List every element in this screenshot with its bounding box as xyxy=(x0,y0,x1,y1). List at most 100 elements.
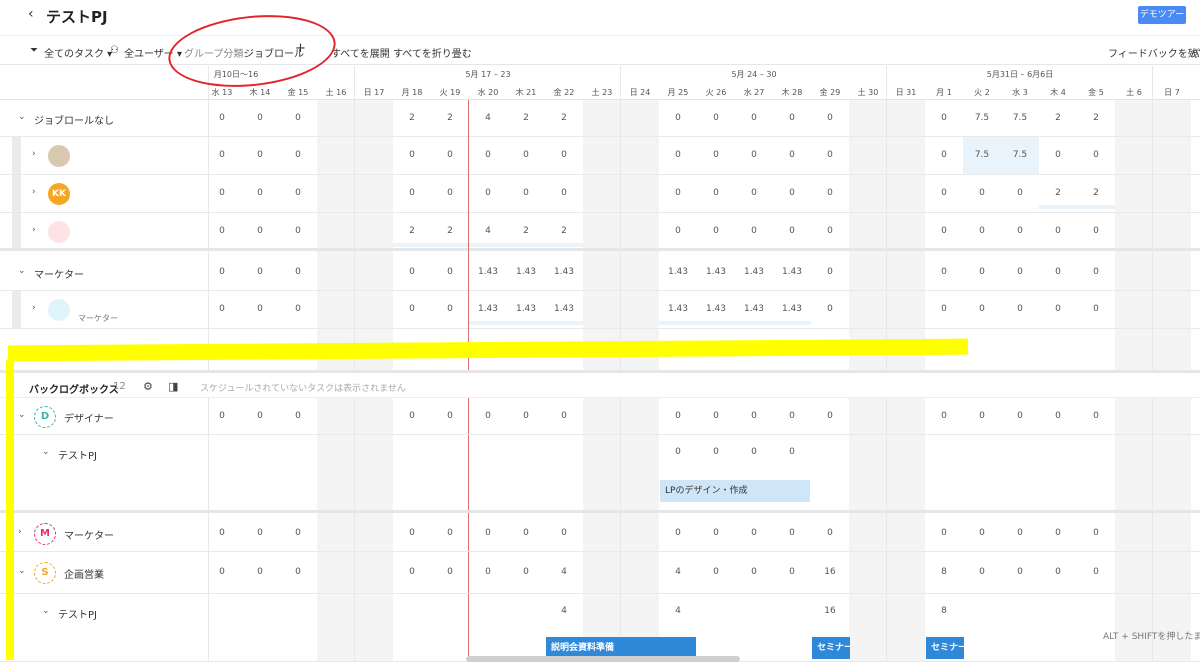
workload-cell: 0 xyxy=(1055,528,1061,538)
user-row: › KK 0 0 0 0 0 0 0 0 0 0 0 0 0 0 0 0 2 2 xyxy=(0,175,1200,213)
workload-cell: 0 xyxy=(713,113,719,123)
yellow-annotation xyxy=(8,338,968,362)
workload-cell: 0 xyxy=(447,528,453,538)
workload-cell: 2 xyxy=(409,113,415,123)
cut-off-button[interactable]: パ xyxy=(1190,45,1200,60)
workload-cell: 0 xyxy=(789,113,795,123)
workload-cell: 0 xyxy=(751,150,757,160)
chevron-down-icon[interactable]: ⌄ xyxy=(42,606,50,616)
workload-cell: 0 xyxy=(447,567,453,577)
workload-cell: 0 xyxy=(751,188,757,198)
role-badge: S xyxy=(34,562,56,584)
workload-cell: 0 xyxy=(523,411,529,421)
workload-cell: 0 xyxy=(789,447,795,457)
workload-cell: 1.43 xyxy=(553,267,575,277)
workload-cell: 0 xyxy=(941,267,947,277)
workload-cell: 0 xyxy=(295,188,301,198)
workload-cell: 0 xyxy=(1017,567,1023,577)
day-header-cell: 水 3 xyxy=(1012,88,1028,97)
filter-icon[interactable]: ⏷ xyxy=(30,45,38,56)
day-header-cell: 水 20 xyxy=(477,88,499,97)
workload-cell: 0 xyxy=(713,226,719,236)
workload-cell: 0 xyxy=(1093,528,1099,538)
workload-cell: 0 xyxy=(789,411,795,421)
role-title: デザイナー xyxy=(64,414,114,425)
feedback-button[interactable]: フィードバックを残す xyxy=(1108,45,1200,60)
user-icon[interactable]: ⚇ xyxy=(110,45,119,56)
chevron-right-icon[interactable]: › xyxy=(32,149,36,159)
workload-cell: 0 xyxy=(1017,528,1023,538)
chevron-down-icon[interactable]: ⌄ xyxy=(18,410,26,420)
workload-cell: 0 xyxy=(675,411,681,421)
demo-tour-button[interactable]: デモツアー xyxy=(1138,6,1186,24)
chevron-right-icon[interactable]: › xyxy=(32,225,36,235)
workload-cell: 0 xyxy=(257,528,263,538)
workload-cell: 0 xyxy=(751,447,757,457)
workload-cell: 1.43 xyxy=(781,267,803,277)
workload-cell: 0 xyxy=(219,150,225,160)
chevron-right-icon[interactable]: › xyxy=(18,527,22,537)
chevron-down-icon[interactable]: ⌄ xyxy=(18,266,26,276)
day-header-cell: 木 21 xyxy=(515,88,537,97)
user-row: › 0 0 0 2 2 4 2 2 0 0 0 0 0 0 0 0 0 0 xyxy=(0,213,1200,251)
workload-cell: 2 xyxy=(409,226,415,236)
group-row: ⌄ ジョブロールなし 0 0 0 2 2 4 2 2 0 0 0 0 0 0 7.5 7.5 2 2 xyxy=(0,100,1200,137)
avatar[interactable] xyxy=(48,145,70,167)
task-bar[interactable]: セミナー xyxy=(812,637,850,659)
group-title: マーケター xyxy=(34,270,84,281)
allocation-bar xyxy=(659,321,811,325)
indent-strip xyxy=(12,137,21,174)
user-row: › 0 0 0 0 0 0 0 0 0 0 0 0 0 0 7.5 7.5 0 0 xyxy=(0,137,1200,175)
workload-cell: 0 xyxy=(485,567,491,577)
workload-cell: 0 xyxy=(485,150,491,160)
page-title: テストPJ xyxy=(46,8,108,26)
workload-cell: 0 xyxy=(751,113,757,123)
workload-cell: 0 xyxy=(409,304,415,314)
workload-cell: 0 xyxy=(447,267,453,277)
collapse-all-button[interactable]: すべてを折り畳む xyxy=(393,45,472,60)
workload-cell: 0 xyxy=(941,411,947,421)
chevron-right-icon[interactable]: › xyxy=(32,303,36,313)
workload-cell: 0 xyxy=(295,411,301,421)
gear-icon[interactable]: ⚙ xyxy=(143,380,153,393)
workload-cell: 8 xyxy=(941,606,947,616)
day-header-cell: 火 26 xyxy=(705,88,727,97)
workload-cell: 0 xyxy=(941,150,947,160)
workload-cell: 1.43 xyxy=(667,304,689,314)
workload-cell: 0 xyxy=(1017,267,1023,277)
workload-cell: 0 xyxy=(941,188,947,198)
chevron-down-icon[interactable]: ⌄ xyxy=(18,112,26,122)
role-badge: M xyxy=(34,523,56,545)
task-bar[interactable]: LPのデザイン・作成 xyxy=(660,480,810,502)
workload-cell: 0 xyxy=(523,567,529,577)
workload-cell: 2 xyxy=(523,226,529,236)
backlog-title: バックログボックス xyxy=(29,385,119,396)
workload-cell: 0 xyxy=(675,447,681,457)
workload-cell: 0 xyxy=(485,528,491,538)
group-title: ジョブロールなし xyxy=(34,116,114,127)
initials-avatar[interactable]: KK xyxy=(48,183,70,205)
workload-cell: 2 xyxy=(1093,113,1099,123)
horizontal-scrollbar[interactable] xyxy=(466,656,740,662)
filter-tasks-dropdown[interactable]: 全てのタスク ▾ xyxy=(44,45,112,60)
project-row: ⌄ テストPJ 4 4 16 8 説明会資料準備 セミナー セミナー xyxy=(0,594,1200,662)
workload-cell: 0 xyxy=(789,567,795,577)
workload-cell: 2 xyxy=(447,113,453,123)
workload-cell: 0 xyxy=(979,411,985,421)
workload-cell: 0 xyxy=(827,267,833,277)
chevron-down-icon[interactable]: ⌄ xyxy=(42,447,50,457)
expand-all-button[interactable]: すべてを展開 xyxy=(331,45,390,60)
avatar[interactable] xyxy=(48,221,70,243)
chevron-down-icon[interactable]: ⌄ xyxy=(18,566,26,576)
avatar[interactable] xyxy=(48,299,70,321)
workload-cell: 0 xyxy=(827,528,833,538)
workload-cell: 0 xyxy=(941,304,947,314)
workload-cell: 0 xyxy=(827,188,833,198)
workload-cell: 0 xyxy=(1055,267,1061,277)
chevron-left-icon[interactable]: ‹ xyxy=(28,6,34,22)
chevron-right-icon[interactable]: › xyxy=(32,187,36,197)
task-bar[interactable]: セミナー xyxy=(926,637,964,659)
workload-cell: 0 xyxy=(789,528,795,538)
panel-toggle-icon[interactable]: ◨ xyxy=(168,380,178,393)
workload-cell: 2 xyxy=(561,226,567,236)
